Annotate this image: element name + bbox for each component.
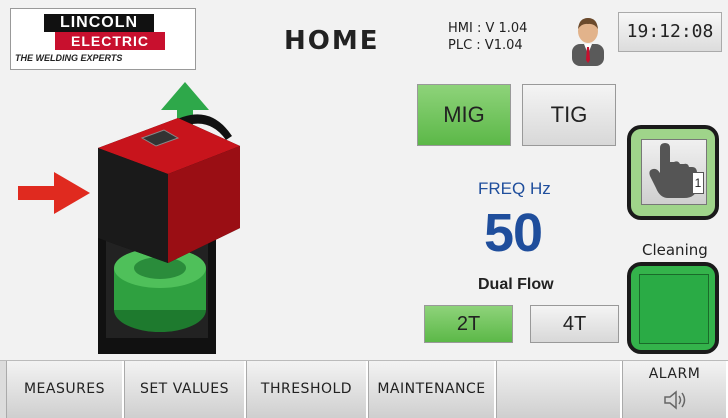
version-info: HMI : V 1.04 PLC : V1.04 bbox=[448, 20, 527, 54]
tab-empty[interactable] bbox=[496, 361, 622, 418]
tab-measures[interactable]: MEASURES bbox=[6, 361, 124, 418]
page-title: HOME bbox=[284, 26, 380, 56]
hand-badge: 1 bbox=[692, 172, 704, 194]
2t-button[interactable]: 2T bbox=[424, 305, 513, 343]
plc-version: PLC : V1.04 bbox=[448, 38, 523, 53]
cleaning-button[interactable] bbox=[627, 262, 719, 354]
freq-label: FREQ Hz bbox=[478, 179, 551, 198]
manual-mode-inner: 1 bbox=[641, 139, 707, 205]
manual-mode-button[interactable]: 1 bbox=[627, 125, 719, 220]
speaker-icon bbox=[664, 390, 686, 410]
bottom-nav: MEASURES SET VALUES THRESHOLD MAINTENANC… bbox=[0, 360, 728, 418]
lincoln-electric-logo: LINCOLN ELECTRIC THE WELDING EXPERTS bbox=[10, 8, 196, 70]
hmi-version: HMI : V 1.04 bbox=[448, 21, 528, 36]
tig-button[interactable]: TIG bbox=[522, 84, 616, 146]
logo-line1: LINCOLN bbox=[44, 14, 154, 32]
tab-set-values[interactable]: SET VALUES bbox=[124, 361, 246, 418]
alarm-button[interactable]: ALARM bbox=[622, 361, 728, 418]
user-avatar-icon[interactable] bbox=[570, 14, 606, 66]
tab-threshold[interactable]: THRESHOLD bbox=[246, 361, 368, 418]
logo-line2: ELECTRIC bbox=[55, 32, 165, 50]
cleaning-label: Cleaning bbox=[642, 241, 708, 259]
clock-display: 19:12:08 bbox=[618, 12, 722, 52]
cleaning-indicator bbox=[639, 274, 709, 344]
tab-maintenance[interactable]: MAINTENANCE bbox=[368, 361, 496, 418]
welding-machine-illustration bbox=[18, 78, 250, 360]
freq-value: 50 bbox=[484, 203, 543, 263]
alarm-label: ALARM bbox=[648, 366, 701, 382]
red-arrow-icon bbox=[18, 172, 90, 214]
logo-tagline: THE WELDING EXPERTS bbox=[15, 53, 123, 63]
mig-button[interactable]: MIG bbox=[417, 84, 511, 146]
4t-button[interactable]: 4T bbox=[530, 305, 619, 343]
dual-flow-label: Dual Flow bbox=[478, 276, 554, 293]
